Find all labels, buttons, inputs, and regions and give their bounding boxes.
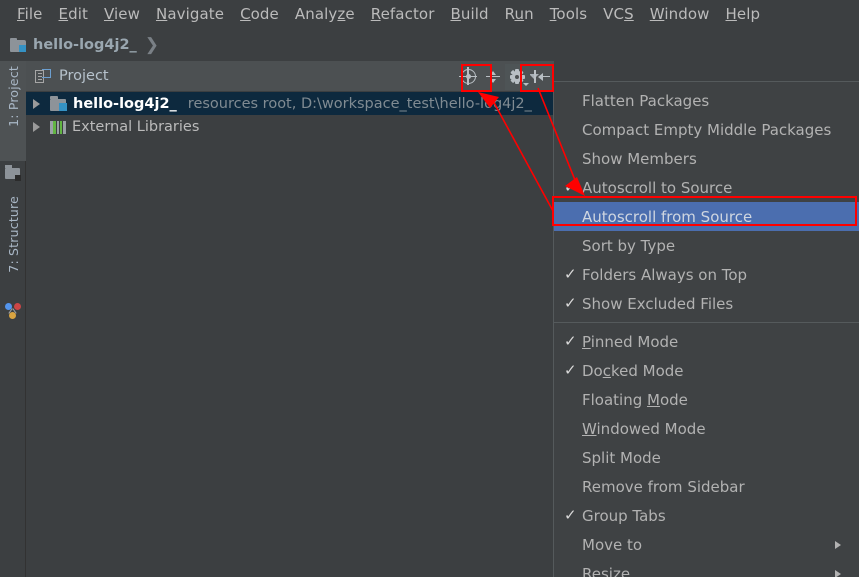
breadcrumb-separator-icon: ❯ [144,34,160,55]
tree-row[interactable]: hello-log4j2_ resources root, D:\workspac… [26,92,554,115]
project-panel-toolbar [456,61,554,92]
menu-item-sort-by-type[interactable]: Sort by Type [554,231,859,260]
menu-item-folders-always-on-top[interactable]: ✓ Folders Always on Top [554,260,859,289]
menu-item-label: Compact Empty Middle Packages [582,120,832,139]
menu-edit[interactable]: Edit [51,3,96,25]
menu-item-label: Group Tabs [582,506,666,525]
checkmark-icon: ✓ [564,361,577,379]
project-view-icon [35,68,51,84]
chevron-down-icon [522,82,529,86]
ide-window: File Edit View Navigate Code Analyze Refactor B… [0,0,859,577]
menu-item-resize[interactable]: Resize [554,559,859,577]
menu-item-label: Sort by Type [582,236,676,255]
chevron-right-icon [835,569,841,577]
project-tree: hello-log4j2_ resources root, D:\workspac… [26,92,554,138]
menu-item-label: Remove from Sidebar [582,477,745,496]
tree-row-meta: resources root, D:\workspace_test\hello-… [187,95,532,112]
menu-run[interactable]: Run [497,3,542,25]
menu-item-autoscroll-from-source[interactable]: Autoscroll from Source [554,202,859,231]
menu-item-move-to[interactable]: Move to [554,530,859,559]
chevron-right-icon [835,540,841,549]
menu-view[interactable]: View [96,3,148,25]
menu-item-split-mode[interactable]: Split Mode [554,443,859,472]
checkmark-icon: ✓ [564,178,577,196]
menu-item-label: Pinned Mode [582,332,679,351]
sidebar-item-structure[interactable]: 7: Structure [0,191,26,301]
checkmark-icon: ✓ [564,294,577,312]
menu-item-docked-mode[interactable]: ✓ Docked Mode [554,356,859,385]
scroll-from-source-icon [458,67,477,85]
main-menu-bar: File Edit View Navigate Code Analyze Refactor B… [0,0,859,28]
module-folder-icon [50,96,67,111]
chevron-right-icon[interactable] [33,121,40,132]
menu-item-label: Resize [582,564,631,577]
menu-item-show-excluded-files[interactable]: ✓ Show Excluded Files [554,289,859,318]
menu-build[interactable]: Build [442,3,496,25]
menu-analyze[interactable]: Analyze [287,3,363,25]
menu-item-label: Split Mode [582,448,661,467]
menu-item-label: Show Members [582,149,697,168]
menu-file[interactable]: File [9,3,51,25]
menu-item-flatten-packages[interactable]: Flatten Packages [554,86,859,115]
menu-item-label: Move to [582,535,643,554]
sidebar-item-project[interactable]: 1: Project [0,61,26,161]
menu-code[interactable]: Code [232,3,287,25]
tree-row[interactable]: External Libraries [26,115,554,138]
module-folder-icon [10,37,26,52]
menu-item-label: Docked Mode [582,361,684,380]
menu-item-label: Windowed Mode [582,419,706,438]
menu-item-label: Folders Always on Top [582,265,748,284]
menu-tools[interactable]: Tools [542,3,595,25]
collapse-all-button[interactable] [481,64,506,90]
menu-refactor[interactable]: Refactor [363,3,443,25]
project-view-options-menu: Flatten Packages Compact Empty Middle Pac… [553,81,859,577]
menu-item-pinned-mode[interactable]: ✓ Pinned Mode [554,327,859,356]
folder-icon [5,165,21,181]
checkmark-icon: ✓ [564,506,577,524]
menu-window[interactable]: Window [642,3,718,25]
menu-help[interactable]: Help [718,3,769,25]
hide-panel-button[interactable] [530,64,555,90]
checkmark-icon: ✓ [564,265,577,283]
menu-item-label: Autoscroll from Source [582,207,753,226]
sidebar-item-structure-label: 7: Structure [5,196,21,273]
menu-item-group-tabs[interactable]: ✓ Group Tabs [554,501,859,530]
menu-item-label: Floating Mode [582,390,688,409]
menu-separator [554,322,859,323]
menu-item-windowed-mode[interactable]: Windowed Mode [554,414,859,443]
breadcrumb: hello-log4j2_ ❯ [0,28,859,61]
menu-item-floating-mode[interactable]: Floating Mode [554,385,859,414]
menu-navigate[interactable]: Navigate [148,3,232,25]
left-tool-window-bar: 1: Project 7: Structure [0,61,26,577]
tree-row-label: External Libraries [72,118,200,135]
settings-button[interactable] [505,63,530,90]
menu-item-show-members[interactable]: Show Members [554,144,859,173]
collapse-all-icon [485,70,500,84]
menu-item-remove-from-sidebar[interactable]: Remove from Sidebar [554,472,859,501]
menu-item-label: Show Excluded Files [582,294,734,313]
sidebar-item-project-label: 1: Project [5,66,21,127]
menu-item-autoscroll-to-source[interactable]: ✓ Autoscroll to Source [554,173,859,202]
breadcrumb-label[interactable]: hello-log4j2_ [33,37,137,53]
checkmark-icon: ✓ [564,332,577,350]
hide-icon [533,70,550,83]
chevron-right-icon[interactable] [33,98,40,109]
structure-icon [5,303,21,319]
scroll-from-source-button[interactable] [456,64,481,90]
menu-item-compact-empty-middle-packages[interactable]: Compact Empty Middle Packages [554,115,859,144]
libraries-icon [50,120,66,134]
menu-vcs[interactable]: VCS [595,3,642,25]
tree-row-label: hello-log4j2_ [73,95,177,112]
menu-item-label: Autoscroll to Source [582,178,733,197]
menu-item-label: Flatten Packages [582,91,710,110]
